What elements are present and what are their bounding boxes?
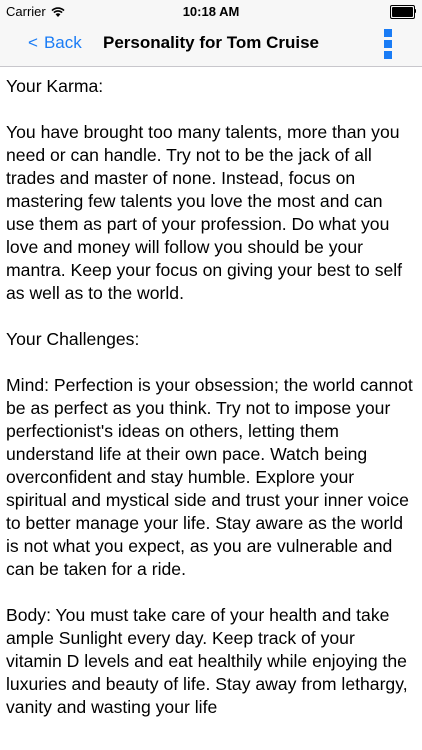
more-dot	[384, 29, 392, 37]
navigation-bar: < Back Personality for Tom Cruise	[0, 22, 422, 67]
karma-paragraph: You have brought too many talents, more …	[6, 122, 403, 303]
karma-heading: Your Karma:	[6, 76, 104, 96]
personality-text: Your Karma: You have brought too many ta…	[0, 67, 422, 719]
battery-icon	[390, 5, 416, 19]
more-dot	[384, 40, 392, 48]
challenges-heading: Your Challenges:	[6, 329, 140, 349]
status-time: 10:18 AM	[182, 4, 240, 19]
body-paragraph: Body: You must take care of your health …	[6, 605, 408, 717]
more-dot	[384, 51, 392, 59]
status-bar: Carrier 10:18 AM	[0, 0, 422, 22]
more-vertical-icon[interactable]	[384, 29, 394, 59]
page-title: Personality for Tom Cruise	[102, 33, 319, 52]
mind-paragraph: Mind: Perfection is your obsession; the …	[6, 375, 413, 579]
